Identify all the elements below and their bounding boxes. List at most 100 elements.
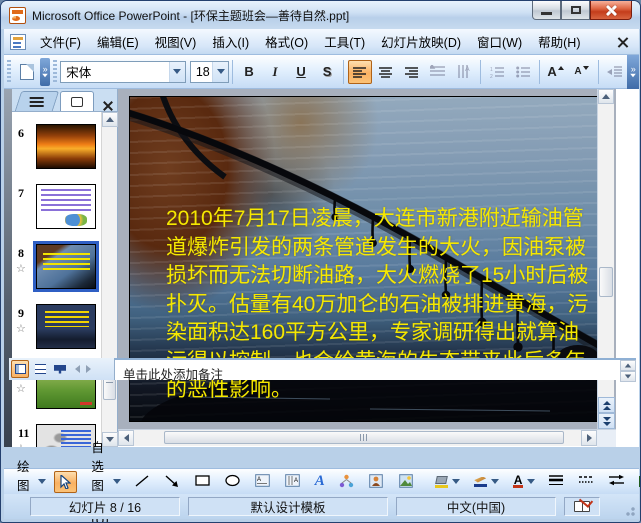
powerpoint-app-icon	[9, 6, 26, 24]
close-document-icon[interactable]	[617, 36, 629, 48]
fill-color-icon	[434, 475, 448, 488]
line-tool-button[interactable]	[129, 471, 157, 493]
close-pane-icon[interactable]	[103, 101, 113, 111]
text-direction-button[interactable]: A	[452, 60, 476, 84]
slideshow-view-button[interactable]	[51, 360, 69, 378]
align-center-button[interactable]	[374, 60, 398, 84]
svg-text:A: A	[257, 477, 261, 483]
menu-window[interactable]: 窗口(W)	[469, 28, 530, 55]
notes-pane[interactable]: 单击此处添加备注	[115, 358, 636, 383]
slide-thumbnail-8-selected[interactable]	[33, 241, 99, 292]
menu-view[interactable]: 视图(V)	[147, 28, 205, 55]
draw-menu-button[interactable]: 绘图(R)	[11, 460, 52, 508]
font-name-combo[interactable]: 宋体	[60, 60, 186, 83]
picture-icon	[398, 473, 413, 488]
align-left-button[interactable]	[347, 59, 372, 84]
menu-slideshow[interactable]: 幻灯片放映(D)	[373, 28, 469, 55]
toolbar-drag-handle[interactable]	[53, 59, 58, 84]
clip-art-button[interactable]	[363, 471, 391, 493]
slide-sorter-icon	[34, 364, 46, 374]
oval-tool-button[interactable]	[219, 471, 247, 493]
scroll-down-button[interactable]	[620, 371, 636, 382]
slide-row-7: 7	[12, 184, 101, 232]
scrollbar-track[interactable]	[134, 430, 581, 446]
font-size-combo[interactable]: 18	[189, 60, 230, 83]
tab-slides[interactable]	[60, 91, 94, 111]
tab-outline[interactable]	[14, 91, 60, 111]
thumbnails-scrollbar[interactable]	[101, 112, 118, 447]
menu-file[interactable]: 文件(F)	[32, 28, 89, 55]
decrease-font-size-button[interactable]: A	[570, 60, 594, 84]
scrollbar-thumb[interactable]	[599, 267, 613, 297]
text-box-button[interactable]: A	[249, 471, 277, 493]
outline-icon	[29, 96, 44, 107]
menu-edit[interactable]: 编辑(E)	[89, 28, 147, 55]
chevron-down-icon[interactable]	[168, 61, 185, 82]
vertical-text-box-button[interactable]: A	[279, 471, 307, 493]
decrease-font-icon: A	[574, 66, 582, 77]
notes-placeholder[interactable]: 单击此处添加备注	[115, 360, 636, 383]
bold-button[interactable]: B	[237, 60, 261, 84]
minimize-button[interactable]	[532, 1, 561, 20]
chevron-down-icon[interactable]	[212, 61, 229, 82]
distribute-text-button[interactable]	[426, 60, 450, 84]
rectangle-tool-button[interactable]	[189, 471, 217, 493]
status-language[interactable]: 中文(中国)	[396, 497, 556, 516]
scroll-right-button[interactable]	[581, 430, 597, 446]
menu-tools[interactable]: 工具(T)	[316, 28, 373, 55]
maximize-button[interactable]	[561, 1, 590, 20]
slide-thumbnail-6[interactable]	[36, 124, 96, 169]
toolbar-drag-handle[interactable]	[7, 59, 12, 84]
format-toolbar-options-button[interactable]: »	[627, 54, 639, 89]
scroll-left-button[interactable]	[118, 430, 134, 446]
scroll-up-button[interactable]	[620, 360, 636, 371]
line-style-button[interactable]	[543, 471, 571, 493]
align-right-button[interactable]	[400, 60, 424, 84]
diagram-button[interactable]	[333, 471, 361, 493]
standard-toolbar-options-button[interactable]: »	[40, 57, 51, 86]
text-shadow-button[interactable]: S	[315, 60, 339, 84]
pane-splitter[interactable]	[4, 89, 12, 447]
line-color-button[interactable]	[468, 471, 505, 493]
menu-help[interactable]: 帮助(H)	[530, 28, 588, 55]
arrow-style-button[interactable]	[603, 471, 631, 493]
autoshapes-menu-button[interactable]: 自选图形(U)	[85, 441, 126, 522]
insert-picture-button[interactable]	[393, 471, 421, 493]
arrow-tool-button[interactable]	[159, 471, 187, 493]
new-presentation-button[interactable]	[15, 60, 39, 84]
italic-button[interactable]: I	[263, 60, 287, 84]
status-design-template[interactable]: 默认设计模板	[188, 497, 388, 516]
slide-thumbnail-7[interactable]	[36, 184, 96, 229]
diagram-icon	[339, 474, 353, 487]
increase-font-size-button[interactable]: A	[544, 60, 568, 84]
scrollbar-thumb[interactable]	[164, 431, 564, 444]
underline-button[interactable]: U	[289, 60, 313, 84]
slide-sorter-view-button[interactable]	[31, 360, 49, 378]
status-spellcheck[interactable]	[564, 497, 600, 516]
normal-view-button[interactable]	[11, 360, 29, 378]
close-button[interactable]	[590, 1, 632, 20]
wordart-button[interactable]: A	[309, 471, 331, 493]
shadow-style-button[interactable]	[633, 471, 640, 493]
next-slide-button[interactable]	[598, 413, 615, 429]
font-color-button[interactable]: A	[507, 471, 542, 493]
rectangle-icon	[195, 474, 210, 486]
previous-slide-button[interactable]	[598, 397, 615, 413]
slide-thumbnail-11[interactable]	[36, 424, 96, 447]
decrease-indent-button[interactable]	[602, 60, 626, 84]
scroll-up-button[interactable]	[598, 89, 614, 104]
scroll-up-button[interactable]	[102, 112, 118, 127]
window-resize-grip[interactable]	[623, 504, 635, 516]
fill-color-button[interactable]	[429, 471, 466, 493]
menu-insert[interactable]: 插入(I)	[204, 28, 257, 55]
bullet-list-button[interactable]	[511, 60, 535, 84]
menu-format[interactable]: 格式(O)	[257, 28, 316, 55]
dash-style-button[interactable]	[573, 471, 601, 493]
tab-scroll-arrows[interactable]	[75, 365, 91, 373]
numbered-list-button[interactable]: 12	[485, 60, 509, 84]
notes-scrollbar[interactable]	[620, 360, 636, 382]
slide-thumbnail-9[interactable]	[36, 304, 96, 349]
decrease-indent-icon	[606, 65, 622, 77]
select-objects-button[interactable]	[54, 470, 78, 493]
horizontal-scrollbar[interactable]	[118, 429, 616, 447]
